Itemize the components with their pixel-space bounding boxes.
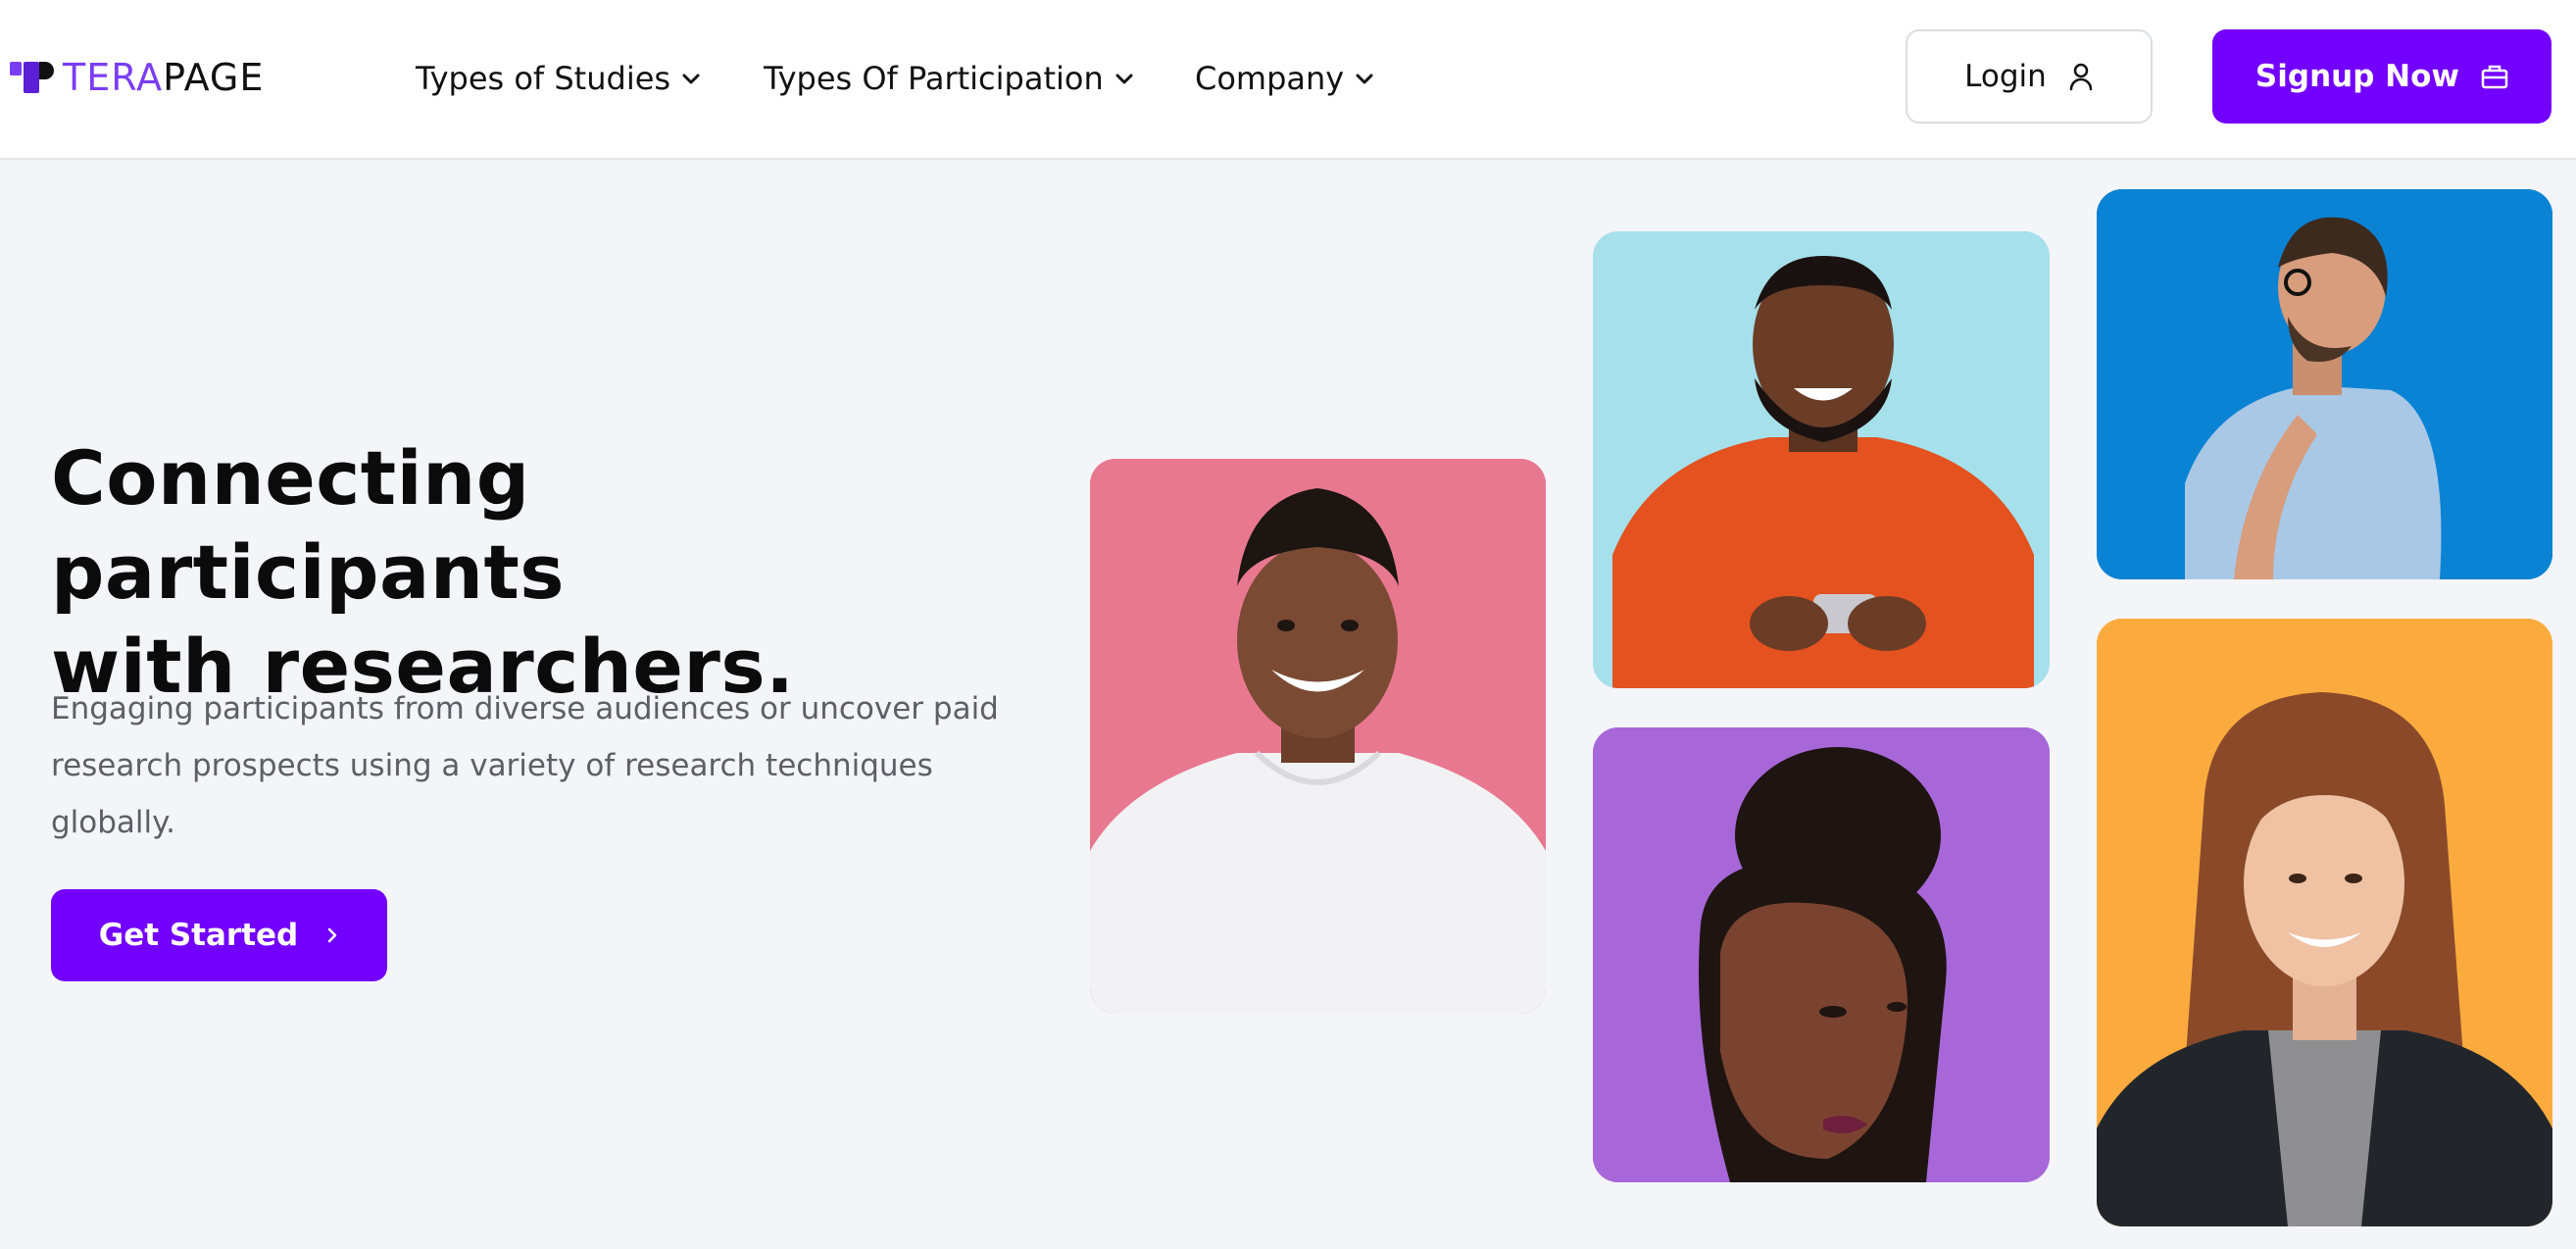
photo-smiling-man-white-tshirt: [1090, 459, 1546, 1014]
nav-types-of-participation-label: Types Of Participation: [764, 60, 1104, 97]
person-illustration: [1593, 727, 2050, 1182]
signup-now-button[interactable]: Signup Now: [2212, 29, 2551, 124]
nav-types-of-studies-label: Types of Studies: [416, 60, 671, 97]
site-header: TERAPAGE Types of Studies Types Of Parti…: [0, 0, 2576, 160]
logo-wordmark-page: PAGE: [163, 56, 265, 99]
photo-woman-leather-jacket: [2097, 619, 2552, 1226]
get-started-button[interactable]: Get Started: [51, 889, 387, 981]
signup-button-label: Signup Now: [2254, 59, 2460, 94]
chevron-down-icon: [1356, 74, 1373, 84]
chevron-down-icon: [1115, 74, 1133, 84]
person-illustration: [1090, 459, 1546, 1014]
photo-man-orange-sweater-phone: [1593, 231, 2050, 688]
nav-company-label: Company: [1195, 60, 1345, 97]
login-button-label: Login: [1964, 59, 2047, 94]
chevron-right-icon: [327, 927, 337, 943]
logo-mark-icon: [10, 62, 54, 93]
get-started-label: Get Started: [98, 918, 299, 953]
logo-wordmark: TERAPAGE: [63, 57, 264, 98]
user-icon: [2069, 63, 2093, 91]
person-illustration: [1593, 231, 2050, 688]
hero-subtitle: Engaging participants from diverse audie…: [51, 691, 999, 840]
person-illustration: [2097, 619, 2552, 1226]
nav-company[interactable]: Company: [1195, 51, 1375, 106]
login-button[interactable]: Login: [1906, 29, 2153, 124]
logo-wordmark-tera: TERA: [63, 56, 164, 99]
photo-man-glasses-thinking: [2097, 189, 2552, 579]
chevron-down-icon: [682, 74, 700, 84]
terapage-logo[interactable]: TERAPAGE: [10, 57, 264, 98]
hero-title-line1: Connecting participants: [51, 434, 566, 616]
person-illustration: [2097, 189, 2552, 579]
nav-types-of-participation[interactable]: Types Of Participation: [764, 51, 1135, 106]
nav-types-of-studies[interactable]: Types of Studies: [416, 51, 702, 106]
photo-woman-hair-bun: [1593, 727, 2050, 1182]
hero-title: Connecting participants with researchers…: [51, 431, 1031, 714]
briefcase-icon: [2481, 65, 2508, 89]
